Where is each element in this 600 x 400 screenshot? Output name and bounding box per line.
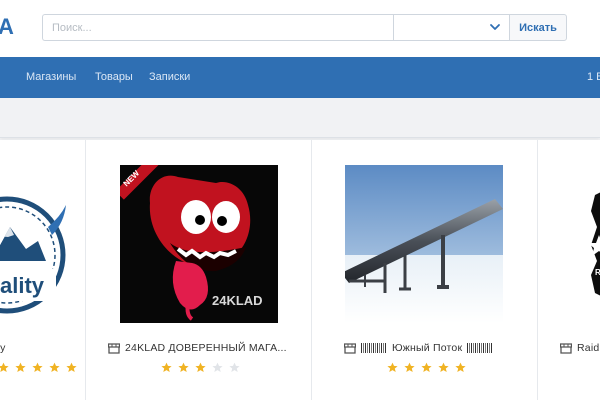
svg-text:RA: RA [595,268,600,277]
star-filled-icon [66,362,77,372]
star-filled-icon [0,362,9,372]
product-card[interactable]: RA Raid [538,140,600,400]
star-filled-icon [404,362,415,372]
star-filled-icon [15,362,26,372]
logo-text: ality [0,273,45,298]
nav-item-shops[interactable]: Магазины [26,71,76,83]
mascot-brand-text: 24KLAD [212,293,263,308]
category-select[interactable] [393,14,510,41]
top-header: A Искать [0,0,600,57]
pipeline-photo [345,165,503,323]
star-filled-icon [178,362,189,372]
chevron-down-icon [490,24,500,30]
star-empty-icon [229,362,240,372]
product-title[interactable]: Южный Поток [344,341,494,355]
star-empty-icon [212,362,223,372]
decorative-bars [361,343,387,353]
sub-toolbar [0,98,600,138]
site-logo[interactable]: A [0,14,14,40]
product-image[interactable] [345,165,503,323]
product-title[interactable]: Raid [560,341,599,355]
star-filled-icon [455,362,466,372]
star-filled-icon [32,362,43,372]
product-card[interactable]: Южный Поток [312,140,538,400]
rating-stars [387,362,466,373]
star-filled-icon [421,362,432,372]
product-title[interactable]: ty [0,341,6,355]
product-title[interactable]: 24KLAD ДОВЕРЕННЫЙ МАГА... [108,341,287,355]
star-filled-icon [387,362,398,372]
product-image[interactable]: 24KLAD NEW [120,165,278,323]
star-filled-icon [161,362,172,372]
search-input[interactable] [42,14,394,41]
nav-right-link[interactable]: 1 В [587,71,600,83]
nav-item-goods[interactable]: Товары [95,71,133,83]
shop-icon [108,342,120,354]
product-image[interactable]: RA [571,165,600,323]
product-image[interactable]: ality [0,165,85,323]
star-filled-icon [195,362,206,372]
raid-logo-image: RA [588,192,600,296]
shop-icon [344,342,356,354]
rating-stars [0,362,77,373]
product-card[interactable]: ality ty [0,140,86,400]
shop-icon [560,342,572,354]
quality-logo-image [0,196,66,314]
nav-item-notes[interactable]: Записки [149,71,190,83]
star-filled-icon [49,362,60,372]
rating-stars [161,362,240,373]
product-card[interactable]: 24KLAD NEW 24KLAD ДОВЕРЕННЫЙ МАГА... [86,140,312,400]
main-nav: Магазины Товары Записки 1 В [0,57,600,98]
search-button[interactable]: Искать [509,14,567,41]
decorative-bars [467,343,494,353]
star-filled-icon [438,362,449,372]
mascot-image: 24KLAD [149,175,263,321]
